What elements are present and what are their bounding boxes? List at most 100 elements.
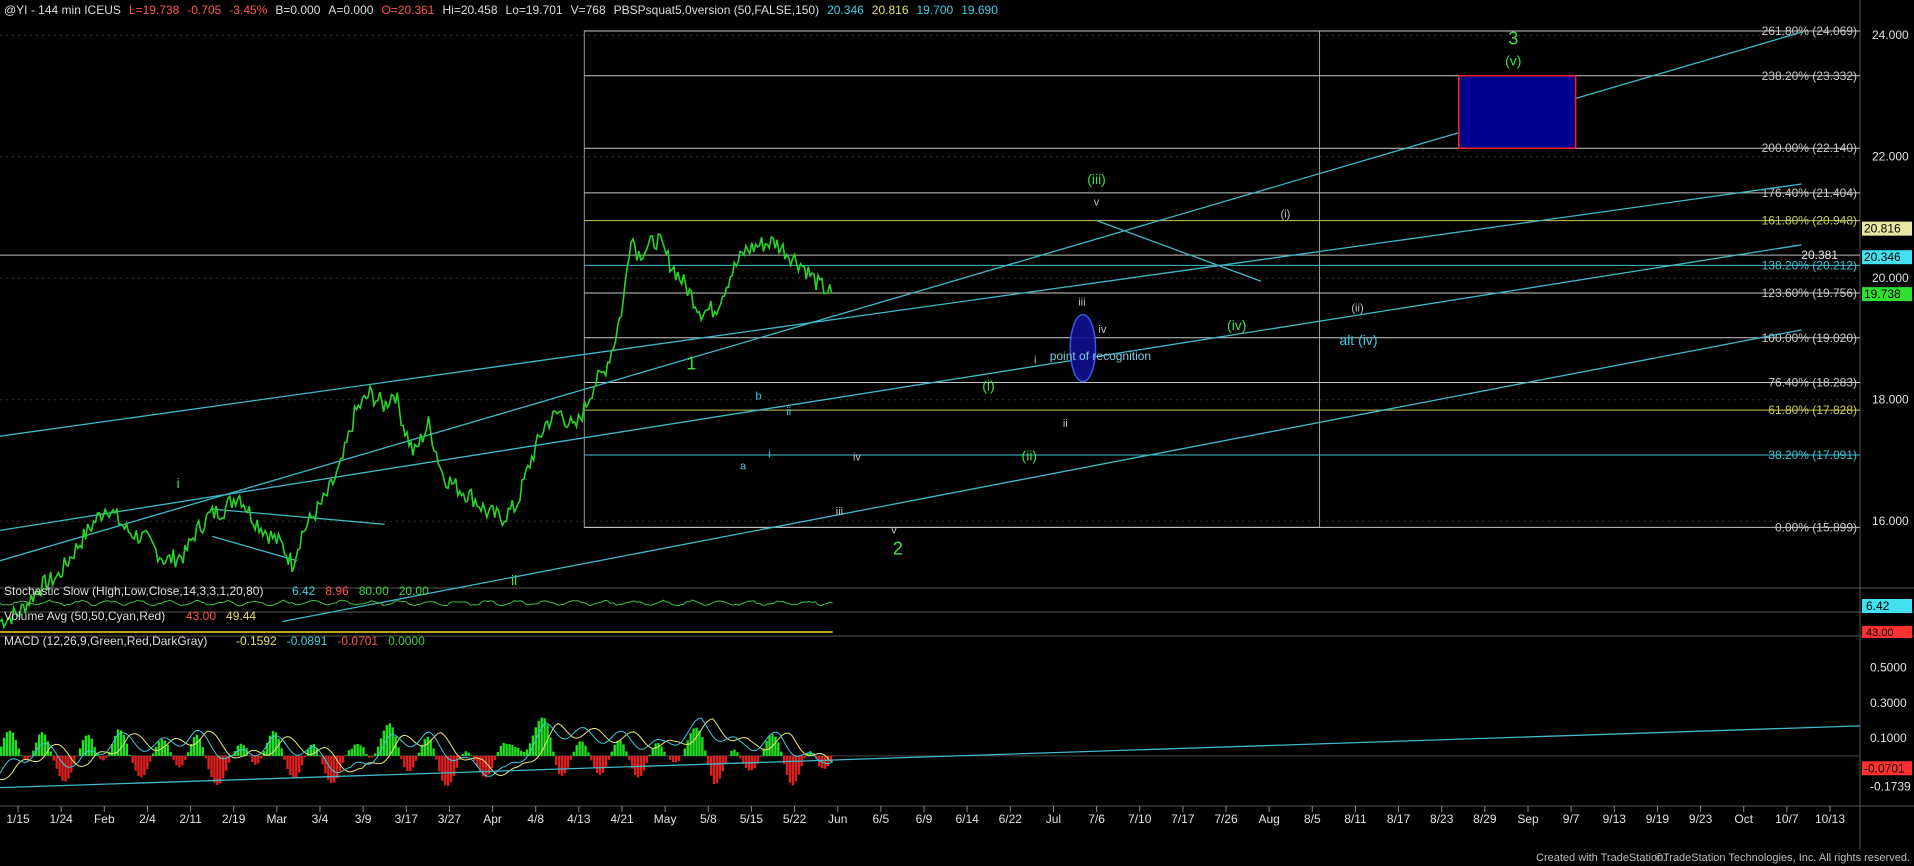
macd-histogram-bar [435, 755, 438, 760]
macd-histogram-bar [347, 750, 351, 756]
macd-histogram-bar [744, 755, 748, 768]
time-tick-label: 2/11 [179, 812, 202, 826]
time-tick-label: Mar [267, 812, 288, 826]
macd-histogram-bar [446, 755, 450, 786]
macd-histogram-bar [794, 755, 798, 782]
wave-label: ii [511, 572, 517, 588]
macd-histogram-bar [140, 755, 143, 778]
macd-histogram-bar [590, 755, 593, 761]
macd-histogram-bar [455, 755, 459, 768]
macd-histogram-bar [619, 740, 622, 756]
macd-histogram-bar [353, 744, 356, 756]
price-chart: @YI - 144 min ICEUS L=19.738 -0.705 -3.45%… [0, 0, 1914, 866]
macd-histogram-bar [642, 755, 646, 771]
time-tick-label: 10/13 [1815, 812, 1845, 826]
macd-histogram-bar [154, 746, 158, 756]
macd-histogram-bar [730, 750, 733, 756]
time-tick-label: Jun [828, 812, 847, 826]
macd-histogram-bar [417, 752, 421, 756]
macd-histogram-bar [300, 755, 304, 766]
macd-histogram-bar [484, 755, 488, 778]
time-tick-label: 8/17 [1387, 812, 1411, 826]
wave-label: (i) [1281, 208, 1291, 220]
macd-histogram-bar [432, 748, 435, 756]
volume-label: Volume Avg (50,50,Cyan,Red) [4, 609, 165, 623]
wave-label: (iii) [1087, 171, 1106, 187]
macd-histogram-bar [832, 755, 836, 757]
macd-histogram-bar [207, 755, 210, 770]
macd-histogram-bar [52, 755, 55, 761]
macd-histogram-bar [671, 755, 675, 763]
macd-histogram-bar [157, 741, 161, 756]
macd-histogram-bar [724, 755, 727, 764]
macd-histogram-bar [181, 755, 184, 766]
time-tick-label: Feb [94, 812, 115, 826]
macd-tick-label: 0.5000 [1870, 661, 1907, 675]
time-tick-label: 9/13 [1603, 812, 1627, 826]
macd-histogram-bar [633, 755, 637, 775]
wave-label: 2 [893, 539, 903, 559]
macd-histogram-bar [706, 755, 710, 764]
macd-histogram-bar [669, 755, 672, 760]
macd-histogram-bar [686, 740, 689, 756]
macd-histogram-bar [791, 755, 795, 786]
macd-histogram-bar [14, 740, 18, 756]
wave-label: iv [853, 451, 861, 463]
macd-histogram-bar [768, 735, 771, 756]
price-tick-label: 20.000 [1872, 271, 1909, 285]
fib-level-label: 123.60% (19.756) [1762, 286, 1857, 300]
header-stat: O=20.361 [381, 3, 434, 17]
macd-histogram-bar [522, 752, 526, 756]
stochastic-value: 8.96 [325, 584, 349, 598]
macd-histogram-bar [29, 755, 32, 757]
macd-histogram-bar [286, 755, 289, 769]
time-tick-label: 9/7 [1563, 812, 1580, 826]
macd-histogram-bar [280, 748, 283, 756]
macd-histogram-bar [464, 751, 467, 756]
fib-level-label: 238.20% (23.332) [1762, 69, 1857, 83]
macd-histogram-bar [8, 730, 12, 756]
macd-histogram-bar [607, 755, 611, 760]
macd-histogram-bar [575, 745, 578, 756]
macd-histogram-bar [712, 755, 716, 785]
macd-histogram-bar [648, 754, 651, 756]
macd-histogram-bar [192, 737, 196, 756]
macd-histogram-bar [426, 736, 429, 756]
wave-label: ii [1063, 418, 1068, 430]
time-tick-label: 9/19 [1646, 812, 1670, 826]
macd-histogram-bar [660, 746, 663, 756]
macd-histogram-bar [493, 755, 497, 761]
time-tick-label: 7/6 [1088, 812, 1105, 826]
macd-histogram-bar [350, 748, 353, 756]
header-stat: V=768 [571, 3, 606, 17]
time-tick-label: Jul [1046, 812, 1061, 826]
time-tick-label: 3/27 [438, 812, 462, 826]
macd-histogram-bar [584, 745, 587, 756]
wave-label: v [891, 524, 897, 536]
macd-histogram-bar [777, 742, 780, 756]
time-tick-label: 3/4 [312, 812, 329, 826]
macd-histogram-bar [613, 744, 616, 756]
macd-histogram-bar [17, 748, 20, 756]
macd-histogram-bar [718, 755, 722, 779]
macd-histogram-bar [704, 750, 707, 756]
macd-histogram-bar [365, 753, 368, 756]
macd-histogram-bar [303, 755, 307, 758]
wave-label: i [1034, 354, 1036, 366]
time-tick-label: 2/4 [139, 812, 156, 826]
fib-level-label: 200.00% (22.140) [1762, 141, 1857, 155]
macd-histogram-bar [785, 755, 789, 775]
macd-histogram-bar [359, 745, 362, 756]
macd-histogram-bar [444, 755, 447, 786]
macd-histogram-bar [289, 755, 292, 776]
macd-histogram-bar [210, 755, 213, 778]
header-stat: Hi=20.458 [442, 3, 497, 17]
macd-histogram-bar [0, 746, 3, 756]
macd-histogram-bar [213, 755, 216, 783]
macd-histogram-bar [397, 747, 400, 756]
fib-level-label: 61.80% (17.828) [1768, 403, 1857, 417]
price-tick-label: 24.000 [1872, 28, 1909, 42]
wave-label: a [740, 461, 747, 473]
macd-histogram-bar [514, 746, 517, 756]
macd-histogram-bar [143, 755, 146, 776]
